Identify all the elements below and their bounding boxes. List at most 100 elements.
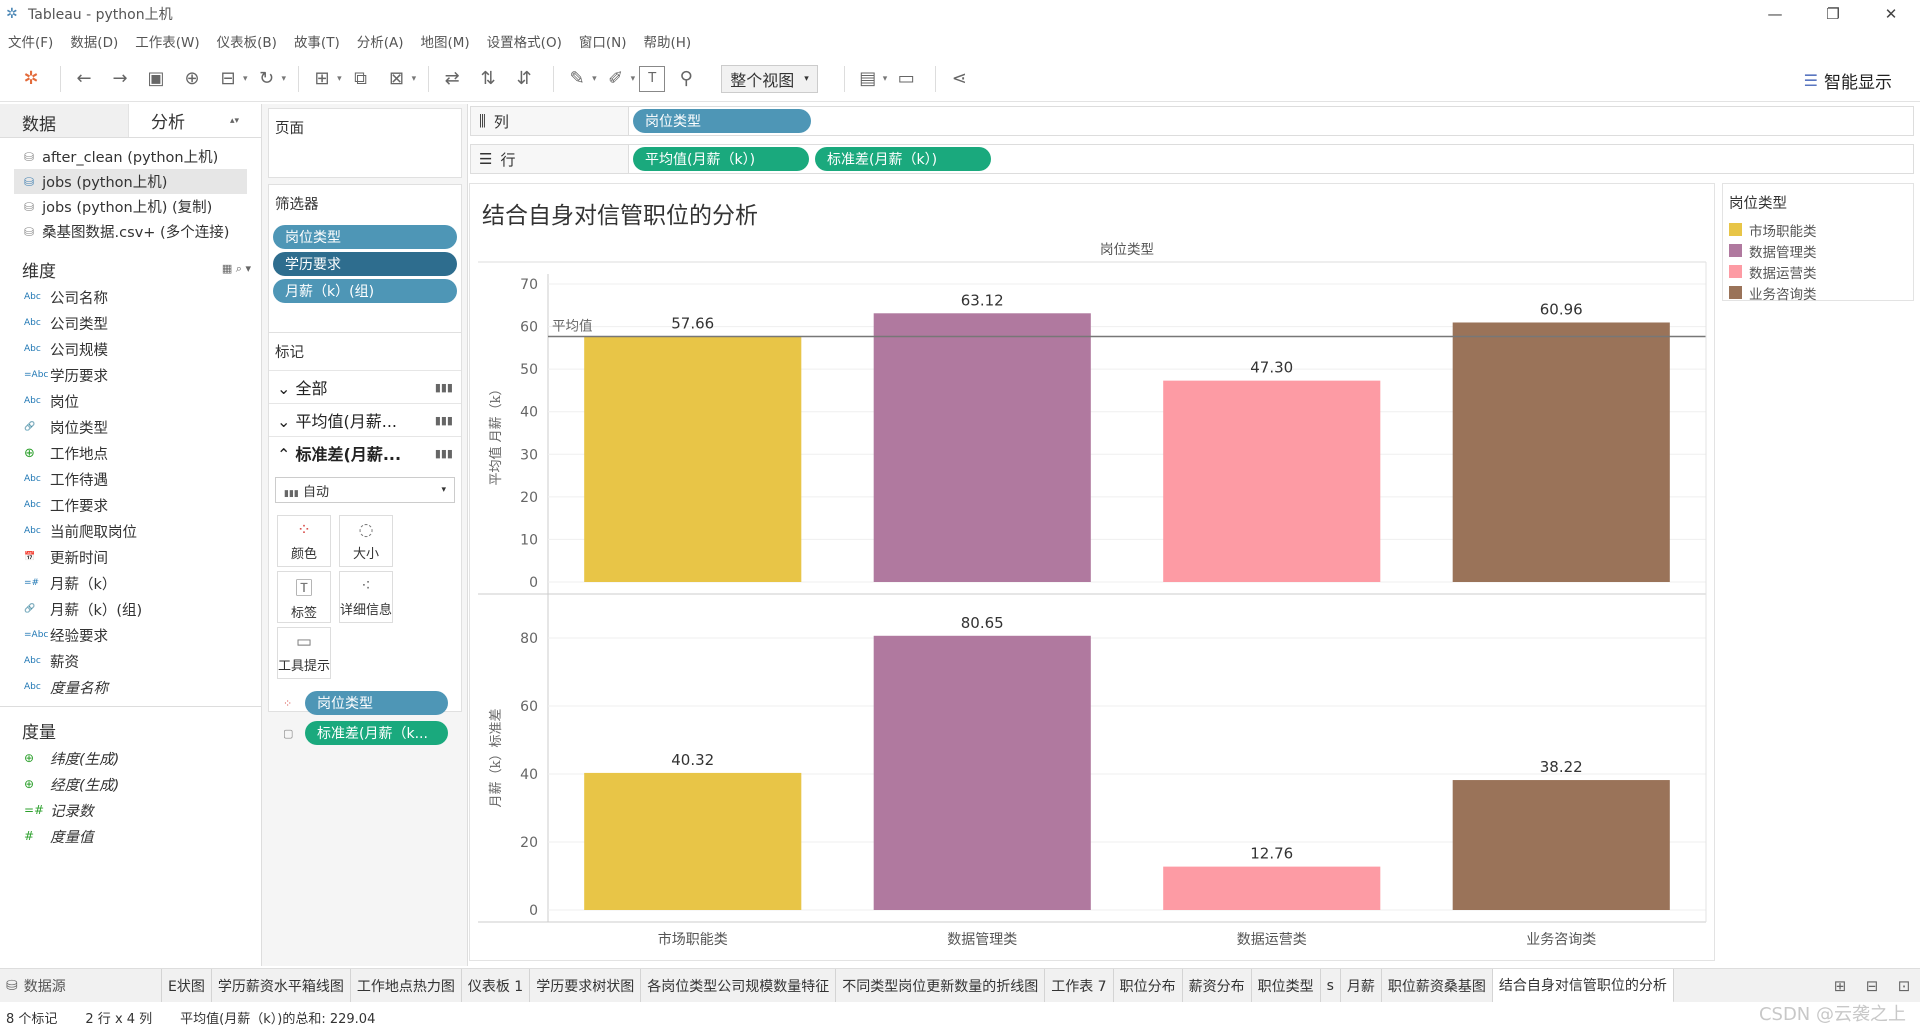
marks-row-std[interactable]: ⌃ 标准差(月薪... ▮▮▮ xyxy=(269,436,461,469)
new-sheet-icon[interactable]: ⊞ xyxy=(307,64,337,94)
swap-axes-icon[interactable]: ⇄ xyxy=(437,64,467,94)
field-item[interactable]: Abc 工作要求 xyxy=(0,492,261,518)
datasource-item[interactable]: ⛁ after_clean (python上机) xyxy=(14,144,261,169)
sheet-tab[interactable]: 薪资分布 xyxy=(1183,969,1252,1002)
menu-help[interactable]: 帮助(H) xyxy=(644,31,692,51)
field-item[interactable]: Abc 当前爬取岗位 xyxy=(0,518,261,544)
search-icon[interactable]: ▦ ⌕ ▾ xyxy=(222,262,251,276)
field-item[interactable]: ⊕ 纬度(生成) xyxy=(0,745,261,771)
field-item[interactable]: 🔗 月薪（k）(组) xyxy=(0,596,261,622)
sort-descending-icon[interactable]: ⇵ xyxy=(509,64,539,94)
field-item[interactable]: 🔗 岗位类型 xyxy=(0,414,261,440)
new-dashboard-icon[interactable]: ⊟ xyxy=(1856,977,1888,995)
share-icon[interactable]: ⋖ xyxy=(944,64,974,94)
sheet-tab[interactable]: 工作表 7 xyxy=(1045,969,1114,1002)
sheet-tab[interactable]: 职位薪资桑基图 xyxy=(1382,969,1493,1002)
sheet-tab[interactable]: s xyxy=(1321,969,1341,1002)
datasource-item[interactable]: ⛁ jobs (python上机) xyxy=(14,169,247,194)
field-item[interactable]: Abc 岗位 xyxy=(0,388,261,414)
legend-item[interactable]: 市场职能类 xyxy=(1723,219,1913,240)
size-button[interactable]: ◌ 大小 xyxy=(339,515,393,567)
legend-item[interactable]: 业务咨询类 xyxy=(1723,282,1913,303)
show-labels-icon[interactable]: T xyxy=(639,65,666,92)
sheet-tab[interactable]: 月薪 xyxy=(1341,969,1382,1002)
field-item[interactable]: =# 月薪（k） xyxy=(0,570,261,596)
mark-type-dropdown[interactable]: ▮▮▮ 自动 ▾ xyxy=(275,477,455,503)
menu-analysis[interactable]: 分析(A) xyxy=(357,31,404,51)
sheet-tab[interactable]: 职位类型 xyxy=(1252,969,1321,1002)
field-item[interactable]: ⊕ 工作地点 xyxy=(0,440,261,466)
minimize-icon[interactable]: — xyxy=(1746,0,1804,28)
menu-data[interactable]: 数据(D) xyxy=(70,31,118,51)
field-item[interactable]: =# 记录数 xyxy=(0,797,261,823)
sheet-tab[interactable]: 结合自身对信管职位的分析 xyxy=(1492,969,1674,1002)
row-pill-avg[interactable]: 平均值(月薪（k）) xyxy=(633,147,809,171)
menu-map[interactable]: 地图(M) xyxy=(421,31,470,51)
highlight-icon[interactable]: ✎ xyxy=(562,64,592,94)
field-item[interactable]: Abc 公司规模 xyxy=(0,336,261,362)
menu-story[interactable]: 故事(T) xyxy=(294,31,340,51)
sort-ascending-icon[interactable]: ⇅ xyxy=(473,64,503,94)
column-pill-job-type[interactable]: 岗位类型 xyxy=(633,109,811,133)
tooltip-button[interactable]: ▭ 工具提示 xyxy=(277,627,331,679)
color-button[interactable]: ⁘ 颜色 xyxy=(277,515,331,567)
show-cards-icon[interactable]: ▤ xyxy=(853,64,883,94)
datasource-tab[interactable]: ⛁ 数据源 xyxy=(0,969,162,1002)
detail-button[interactable]: ⁖ 详细信息 xyxy=(339,571,393,623)
sheet-tab[interactable]: E状图 xyxy=(162,969,212,1002)
field-item[interactable]: =Abc 经验要求 xyxy=(0,622,261,648)
datasource-item[interactable]: ⛁ jobs (python上机) (复制) xyxy=(14,194,261,219)
field-item[interactable]: ⊕ 经度(生成) xyxy=(0,771,261,797)
filter-pill-job-type[interactable]: 岗位类型 xyxy=(273,225,457,249)
menu-dashboard[interactable]: 仪表板(B) xyxy=(217,31,277,51)
pause-updates-icon[interactable]: ⊟ xyxy=(213,64,243,94)
duplicate-sheet-icon[interactable]: ⧉ xyxy=(346,64,376,94)
columns-shelf[interactable]: ⫼ 列 岗位类型 xyxy=(470,106,1914,136)
new-story-icon[interactable]: ⊡ xyxy=(1888,977,1920,995)
marks-row-all[interactable]: ⌄ 全部 ▮▮▮ xyxy=(269,370,461,403)
sheet-tab[interactable]: 职位分布 xyxy=(1114,969,1183,1002)
sheet-tab[interactable]: 学历薪资水平箱线图 xyxy=(212,969,351,1002)
filter-pill-education[interactable]: 学历要求 xyxy=(273,252,457,276)
field-item[interactable]: # 度量值 xyxy=(0,823,261,849)
field-item[interactable]: Abc 公司类型 xyxy=(0,310,261,336)
rows-shelf[interactable]: ☰ 行 平均值(月薪（k）) 标准差(月薪（k）) xyxy=(470,144,1914,174)
mark-pill-std[interactable]: 标准差(月薪（k... xyxy=(305,721,448,745)
sheet-tab[interactable]: 仪表板 1 xyxy=(462,969,531,1002)
clear-sheet-icon[interactable]: ⊠ xyxy=(382,64,412,94)
label-button[interactable]: 🅃 标签 xyxy=(277,571,331,623)
sheet-tab[interactable]: 学历要求树状图 xyxy=(530,969,642,1002)
redo-icon[interactable]: → xyxy=(105,64,135,94)
datasource-item[interactable]: ⛁ 桑基图数据.csv+ (多个连接) xyxy=(14,219,261,244)
show-me-button[interactable]: ☰ 智能显示 xyxy=(1804,68,1892,93)
field-item[interactable]: Abc 薪资 xyxy=(0,648,261,674)
field-item[interactable]: Abc 度量名称 xyxy=(0,674,261,700)
save-icon[interactable]: ▣ xyxy=(141,64,171,94)
pin-axes-icon[interactable]: ⚲ xyxy=(671,64,701,94)
menu-window[interactable]: 窗口(N) xyxy=(579,31,627,51)
row-pill-std[interactable]: 标准差(月薪（k）) xyxy=(815,147,991,171)
menu-worksheet[interactable]: 工作表(W) xyxy=(135,31,199,51)
legend-item[interactable]: 数据管理类 xyxy=(1723,240,1913,261)
fit-view-dropdown[interactable]: 整个视图 ▾ xyxy=(721,64,818,93)
field-item[interactable]: 📅 更新时间 xyxy=(0,544,261,570)
tab-analysis[interactable]: 分析 ▴▾ xyxy=(128,104,261,137)
tab-data[interactable]: 数据 xyxy=(0,104,128,137)
field-item[interactable]: Abc 公司名称 xyxy=(0,284,261,310)
new-sheet-icon[interactable]: ⊞ xyxy=(1824,977,1856,995)
field-item[interactable]: Abc 工作待遇 xyxy=(0,466,261,492)
close-icon[interactable]: ✕ xyxy=(1862,0,1920,28)
field-item[interactable]: =Abc 学历要求 xyxy=(0,362,261,388)
mark-pill-job-type[interactable]: 岗位类型 xyxy=(305,691,448,715)
legend-item[interactable]: 数据运营类 xyxy=(1723,261,1913,282)
sheet-tab[interactable]: 各岗位类型公司规模数量特征 xyxy=(641,969,837,1002)
sheet-tab[interactable]: 工作地点热力图 xyxy=(351,969,462,1002)
tableau-home-icon[interactable]: ✲ xyxy=(16,64,46,94)
menu-format[interactable]: 设置格式(O) xyxy=(487,31,562,51)
presentation-mode-icon[interactable]: ▭ xyxy=(891,64,921,94)
sheet-tab[interactable]: 不同类型岗位更新数量的折线图 xyxy=(836,969,1046,1002)
refresh-icon[interactable]: ↻ xyxy=(252,64,282,94)
marks-row-avg[interactable]: ⌄ 平均值(月薪... ▮▮▮ xyxy=(269,403,461,436)
group-icon[interactable]: ✐ xyxy=(601,64,631,94)
filter-pill-salary-group[interactable]: 月薪（k）(组) xyxy=(273,279,457,303)
